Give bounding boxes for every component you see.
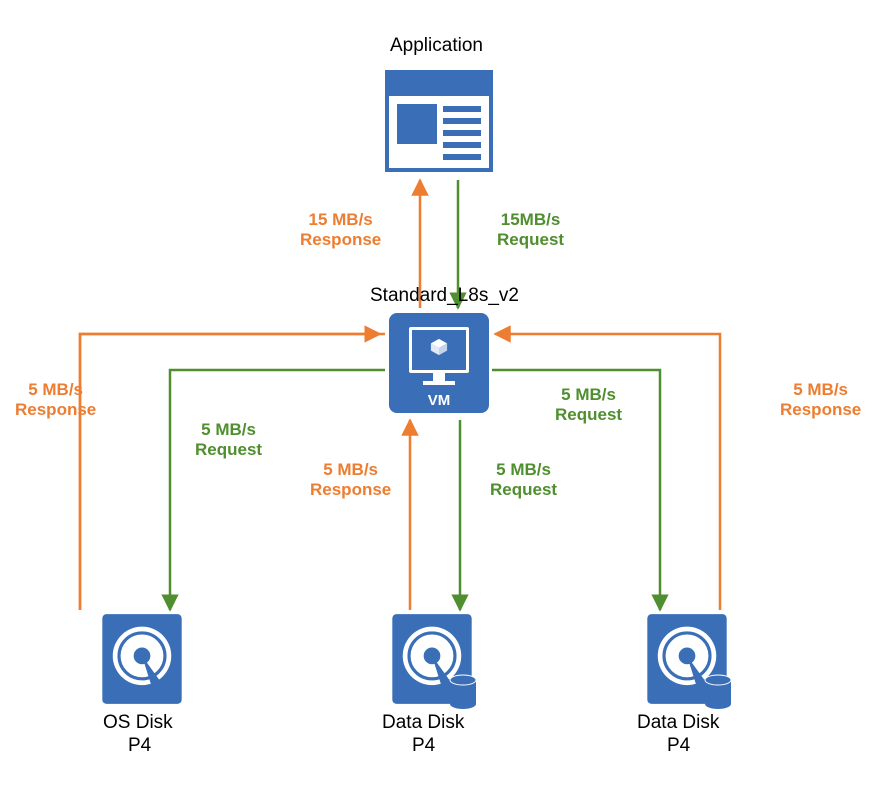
label-app-response: 15 MB/s Response [300, 210, 381, 251]
data-disk-1-icon [390, 612, 474, 706]
label-datadisk2-response: 5 MB/s Response [780, 380, 861, 421]
os-disk-icon [100, 612, 184, 706]
label-datadisk2-request: 5 MB/s Request [555, 385, 622, 426]
application-icon [385, 70, 493, 172]
label-osdisk-response: 5 MB/s Response [15, 380, 96, 421]
database-icon [448, 674, 478, 710]
data-disk-1-name: Data Disk [382, 712, 464, 735]
data-disk-2-icon [645, 612, 729, 706]
database-icon [703, 674, 733, 710]
data-disk-1-tier: P4 [412, 735, 435, 758]
application-title: Application [390, 35, 483, 58]
vm-badge: VM [389, 392, 489, 409]
os-disk-name: OS Disk [103, 712, 173, 735]
data-disk-2-tier: P4 [667, 735, 690, 758]
vm-title: Standard_L8s_v2 [370, 285, 519, 308]
label-osdisk-request: 5 MB/s Request [195, 420, 262, 461]
vm-icon: VM [389, 313, 489, 413]
cube-icon [430, 338, 448, 356]
data-disk-2-name: Data Disk [637, 712, 719, 735]
os-disk-tier: P4 [128, 735, 151, 758]
label-app-request: 15MB/s Request [497, 210, 564, 251]
label-datadisk1-request: 5 MB/s Request [490, 460, 557, 501]
label-datadisk1-response: 5 MB/s Response [310, 460, 391, 501]
